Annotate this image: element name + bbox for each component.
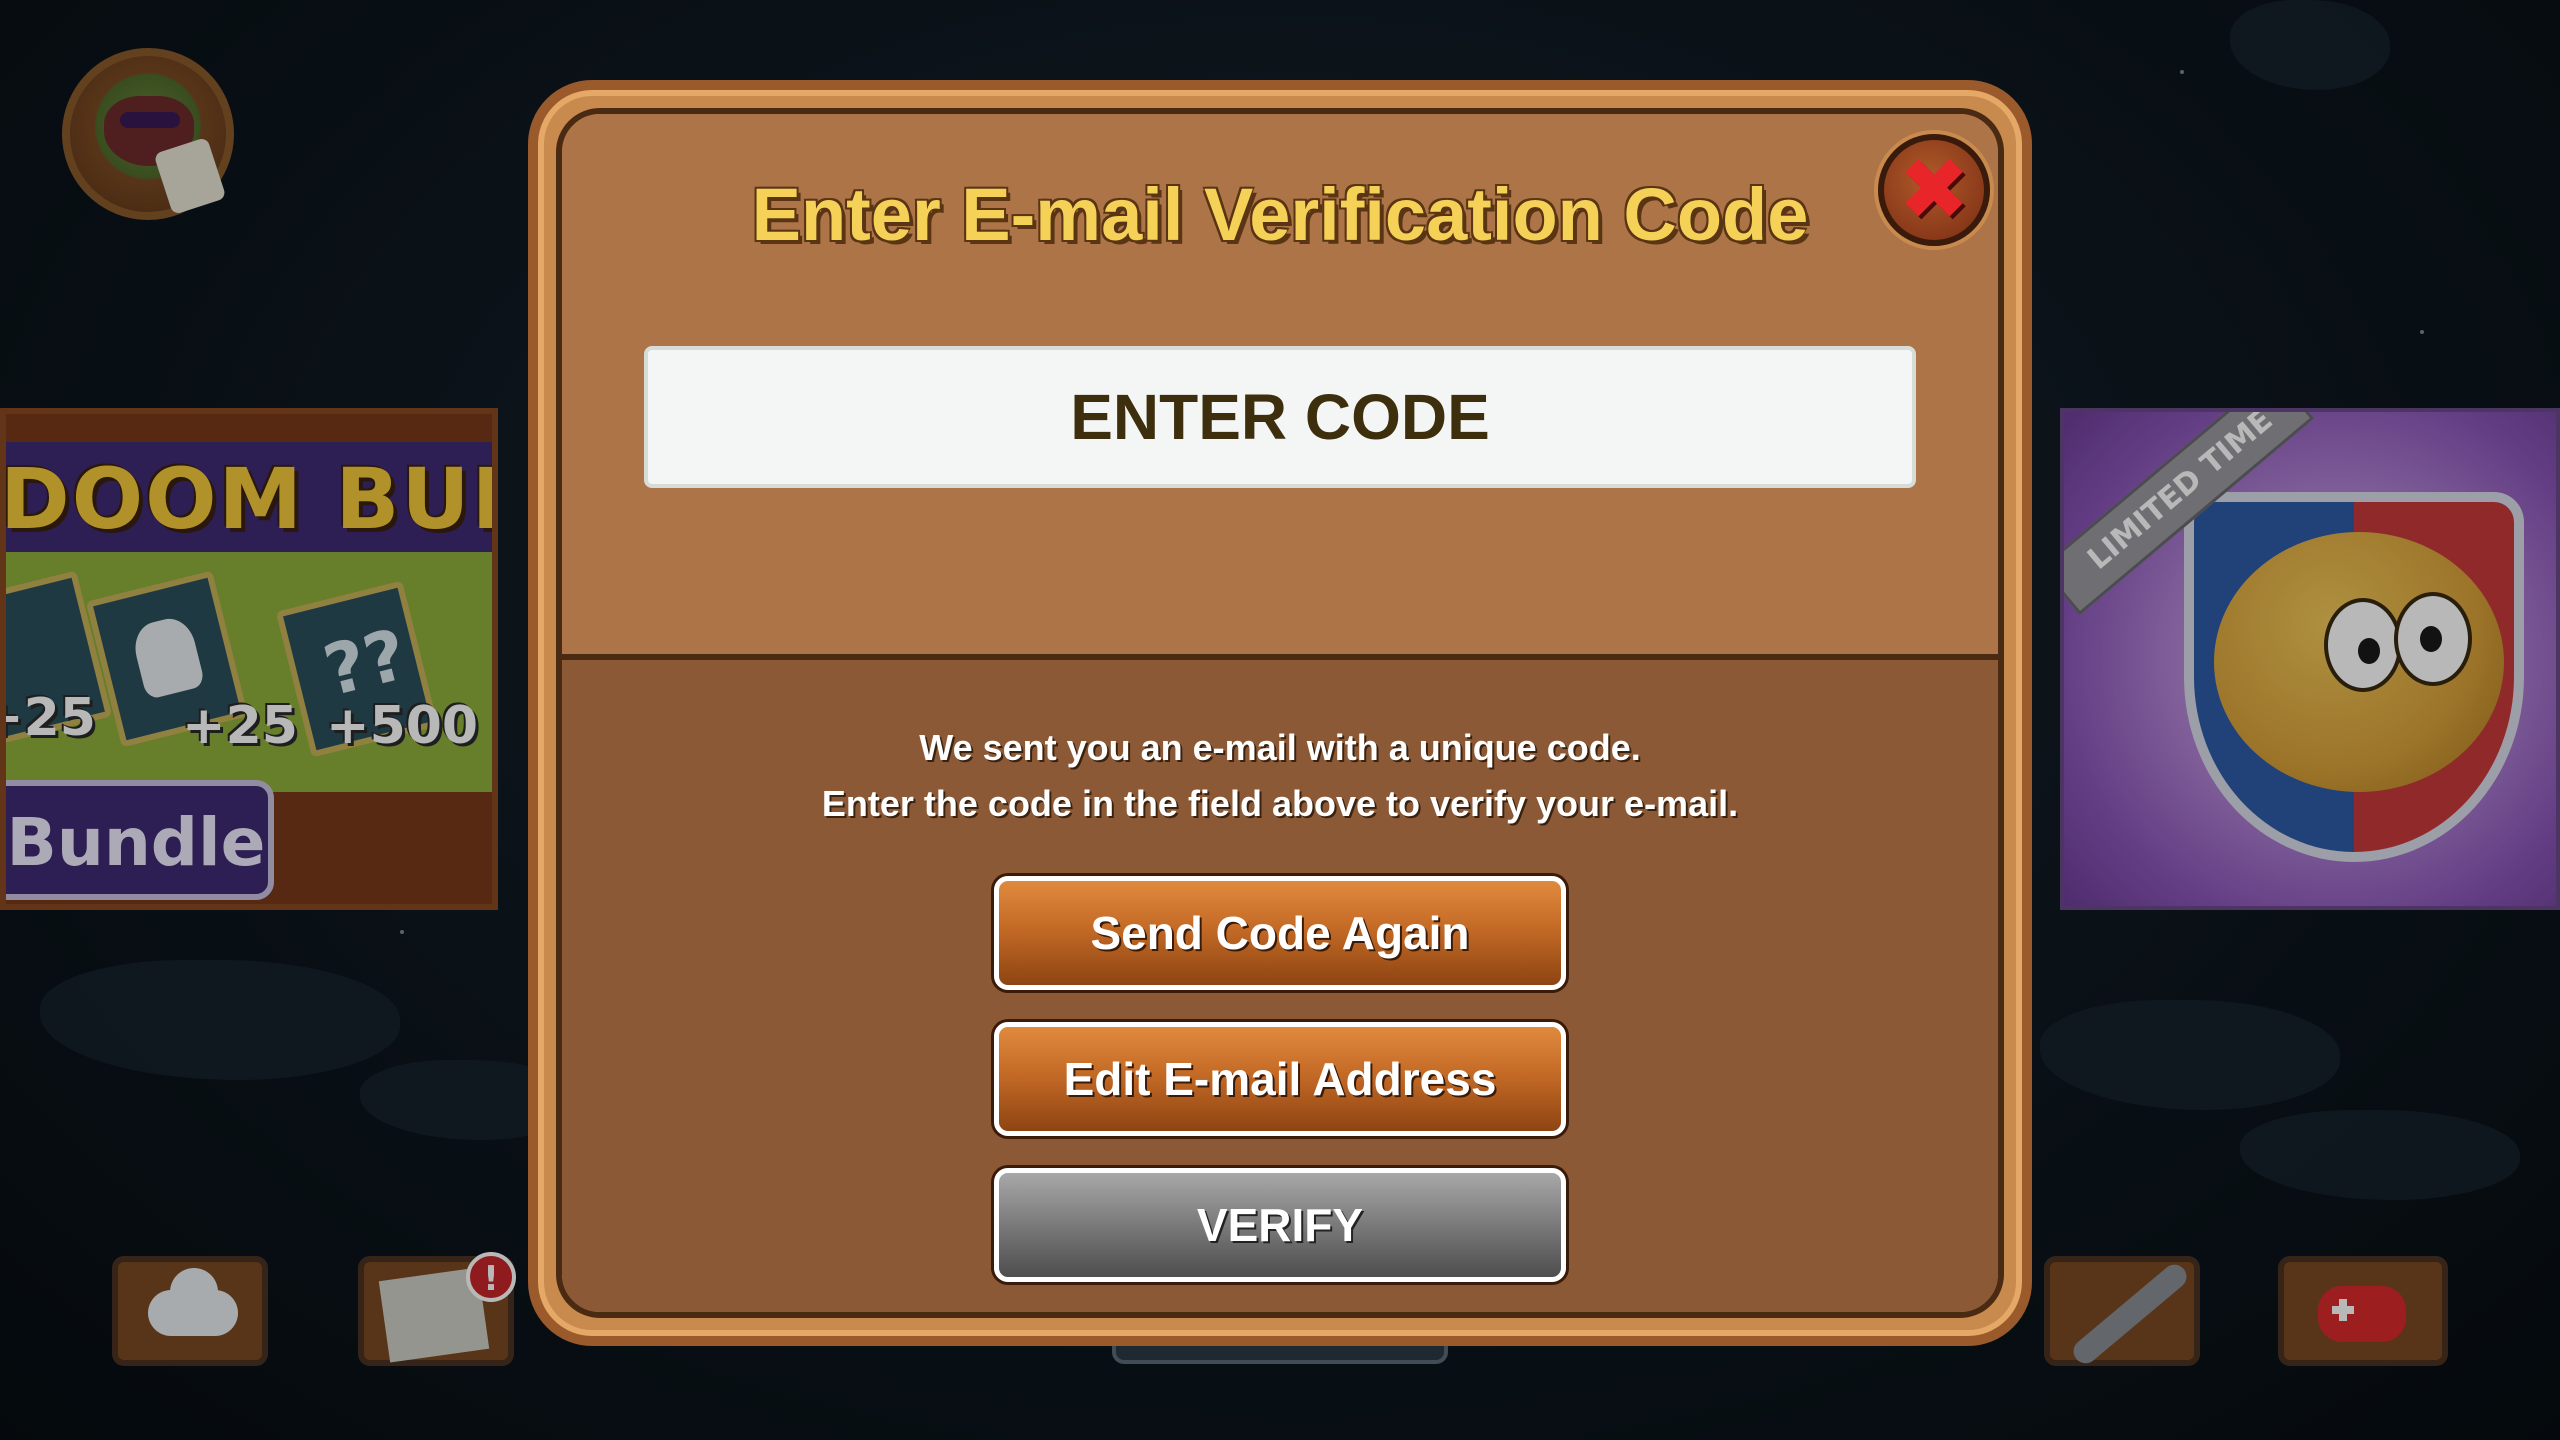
send-code-again-button[interactable]: Send Code Again: [994, 876, 1566, 990]
instruction-text: We sent you an e-mail with a unique code…: [644, 720, 1916, 832]
close-icon: ✖: [1897, 140, 1971, 240]
verification-code-input[interactable]: [644, 346, 1916, 488]
close-button[interactable]: ✖: [1878, 134, 1990, 246]
verification-dialog: [528, 80, 2032, 1346]
instruction-line-2: Enter the code in the field above to ver…: [821, 783, 1739, 824]
verify-button[interactable]: VERIFY: [994, 1168, 1566, 1282]
dialog-title: Enter E-mail Verification Code: [751, 173, 1809, 256]
dialog-inner-frame: [556, 108, 2004, 1318]
edit-email-button[interactable]: Edit E-mail Address: [994, 1022, 1566, 1136]
instruction-line-1: We sent you an e-mail with a unique code…: [919, 727, 1641, 768]
